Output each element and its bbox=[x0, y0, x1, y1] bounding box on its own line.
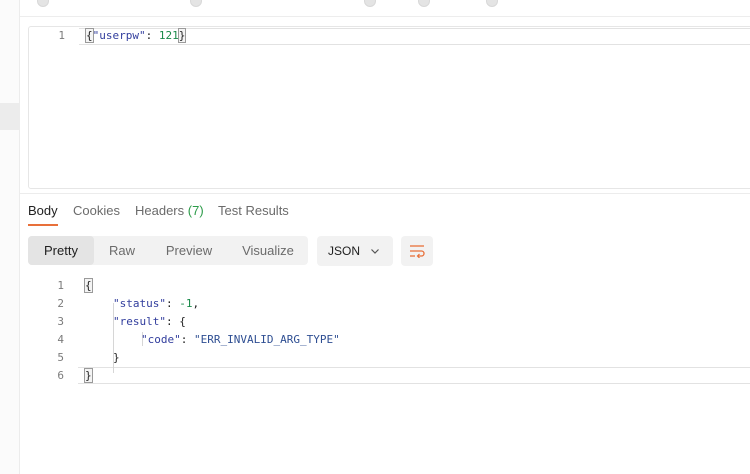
code-token: : bbox=[145, 29, 159, 42]
line-text: } bbox=[84, 367, 93, 385]
radio-option[interactable] bbox=[364, 0, 376, 7]
tab-test-results[interactable]: Test Results bbox=[218, 202, 289, 226]
line-text: "status": -1, bbox=[113, 295, 199, 313]
line-text: {"userpw": 121} bbox=[85, 27, 187, 45]
line-number: 6 bbox=[57, 369, 64, 382]
view-preview-button[interactable]: Preview bbox=[150, 236, 228, 265]
wrap-lines-button[interactable] bbox=[401, 236, 433, 266]
format-select-value: JSON bbox=[328, 244, 361, 258]
code-line: 2 "status": -1, bbox=[20, 295, 740, 313]
code-token: { bbox=[85, 28, 94, 43]
code-line: 1 {"userpw": 121} bbox=[29, 27, 749, 45]
code-line: 3 "result": { bbox=[20, 313, 740, 331]
radio-option[interactable] bbox=[190, 0, 202, 7]
tab-headers-label: Headers bbox=[135, 203, 185, 218]
tab-body[interactable]: Body bbox=[28, 202, 58, 226]
code-line: 1{ bbox=[20, 277, 740, 295]
view-raw-button[interactable]: Raw bbox=[94, 236, 150, 265]
code-token: "result" bbox=[113, 315, 166, 328]
response-body-viewer[interactable]: 1{2 "status": -1, 3 "result": {4 "code": "ER… bbox=[20, 276, 750, 396]
request-body-editor[interactable]: 1 {"userpw": 121} bbox=[28, 26, 750, 189]
code-token: } bbox=[177, 28, 187, 43]
line-number: 1 bbox=[58, 29, 65, 42]
sidebar-strip bbox=[0, 0, 20, 474]
tab-test-results-label: Test Results bbox=[218, 203, 289, 218]
code-token: "ERR_INVALID_ARG_TYPE" bbox=[194, 333, 340, 346]
code-token: } bbox=[84, 368, 93, 383]
tab-cookies[interactable]: Cookies bbox=[73, 202, 120, 226]
code-token: { bbox=[84, 278, 93, 293]
code-token: -1 bbox=[179, 297, 193, 310]
line-number: 2 bbox=[57, 297, 64, 310]
line-number: 5 bbox=[57, 351, 64, 364]
code-token: "code" bbox=[141, 333, 181, 346]
code-token: 121 bbox=[158, 29, 179, 42]
code-line: 4 "code": "ERR_INVALID_ARG_TYPE" bbox=[20, 331, 740, 349]
radio-option[interactable] bbox=[418, 0, 430, 7]
app-window: 1 {"userpw": 121} Body Cookies Headers (7… bbox=[0, 0, 750, 474]
code-token: : bbox=[180, 333, 194, 346]
headers-count-badge: (7) bbox=[187, 203, 204, 218]
body-type-bar bbox=[20, 0, 750, 17]
tab-headers[interactable]: Headers (7) bbox=[135, 202, 204, 226]
code-token: } bbox=[113, 351, 120, 364]
line-text: "code": "ERR_INVALID_ARG_TYPE" bbox=[141, 331, 340, 349]
code-token: : { bbox=[165, 315, 186, 328]
line-number: 3 bbox=[57, 315, 64, 328]
tab-cookies-label: Cookies bbox=[73, 203, 120, 218]
code-line: 5} bbox=[20, 349, 740, 367]
line-text: } bbox=[113, 349, 120, 367]
view-mode-group: Pretty Raw Preview Visualize bbox=[28, 236, 308, 265]
radio-option[interactable] bbox=[37, 0, 49, 7]
view-visualize-button[interactable]: Visualize bbox=[228, 236, 308, 265]
view-pretty-button[interactable]: Pretty bbox=[28, 236, 94, 265]
code-token: : bbox=[165, 297, 180, 310]
chevron-down-icon bbox=[371, 249, 379, 254]
radio-option[interactable] bbox=[486, 0, 498, 7]
line-text: "result": { bbox=[113, 313, 186, 331]
code-token: , bbox=[192, 297, 200, 310]
code-line: 6} bbox=[20, 367, 740, 385]
line-text: { bbox=[84, 277, 93, 295]
code-token: "status" bbox=[113, 297, 166, 310]
wrap-lines-icon bbox=[410, 245, 425, 258]
format-select[interactable]: JSON bbox=[317, 236, 393, 266]
line-number: 4 bbox=[57, 333, 64, 346]
line-number: 1 bbox=[57, 279, 64, 292]
tab-body-label: Body bbox=[28, 203, 58, 218]
pane-divider[interactable] bbox=[20, 193, 750, 194]
code-token: "userpw" bbox=[92, 29, 146, 42]
sidebar-selected-item[interactable] bbox=[0, 103, 19, 130]
